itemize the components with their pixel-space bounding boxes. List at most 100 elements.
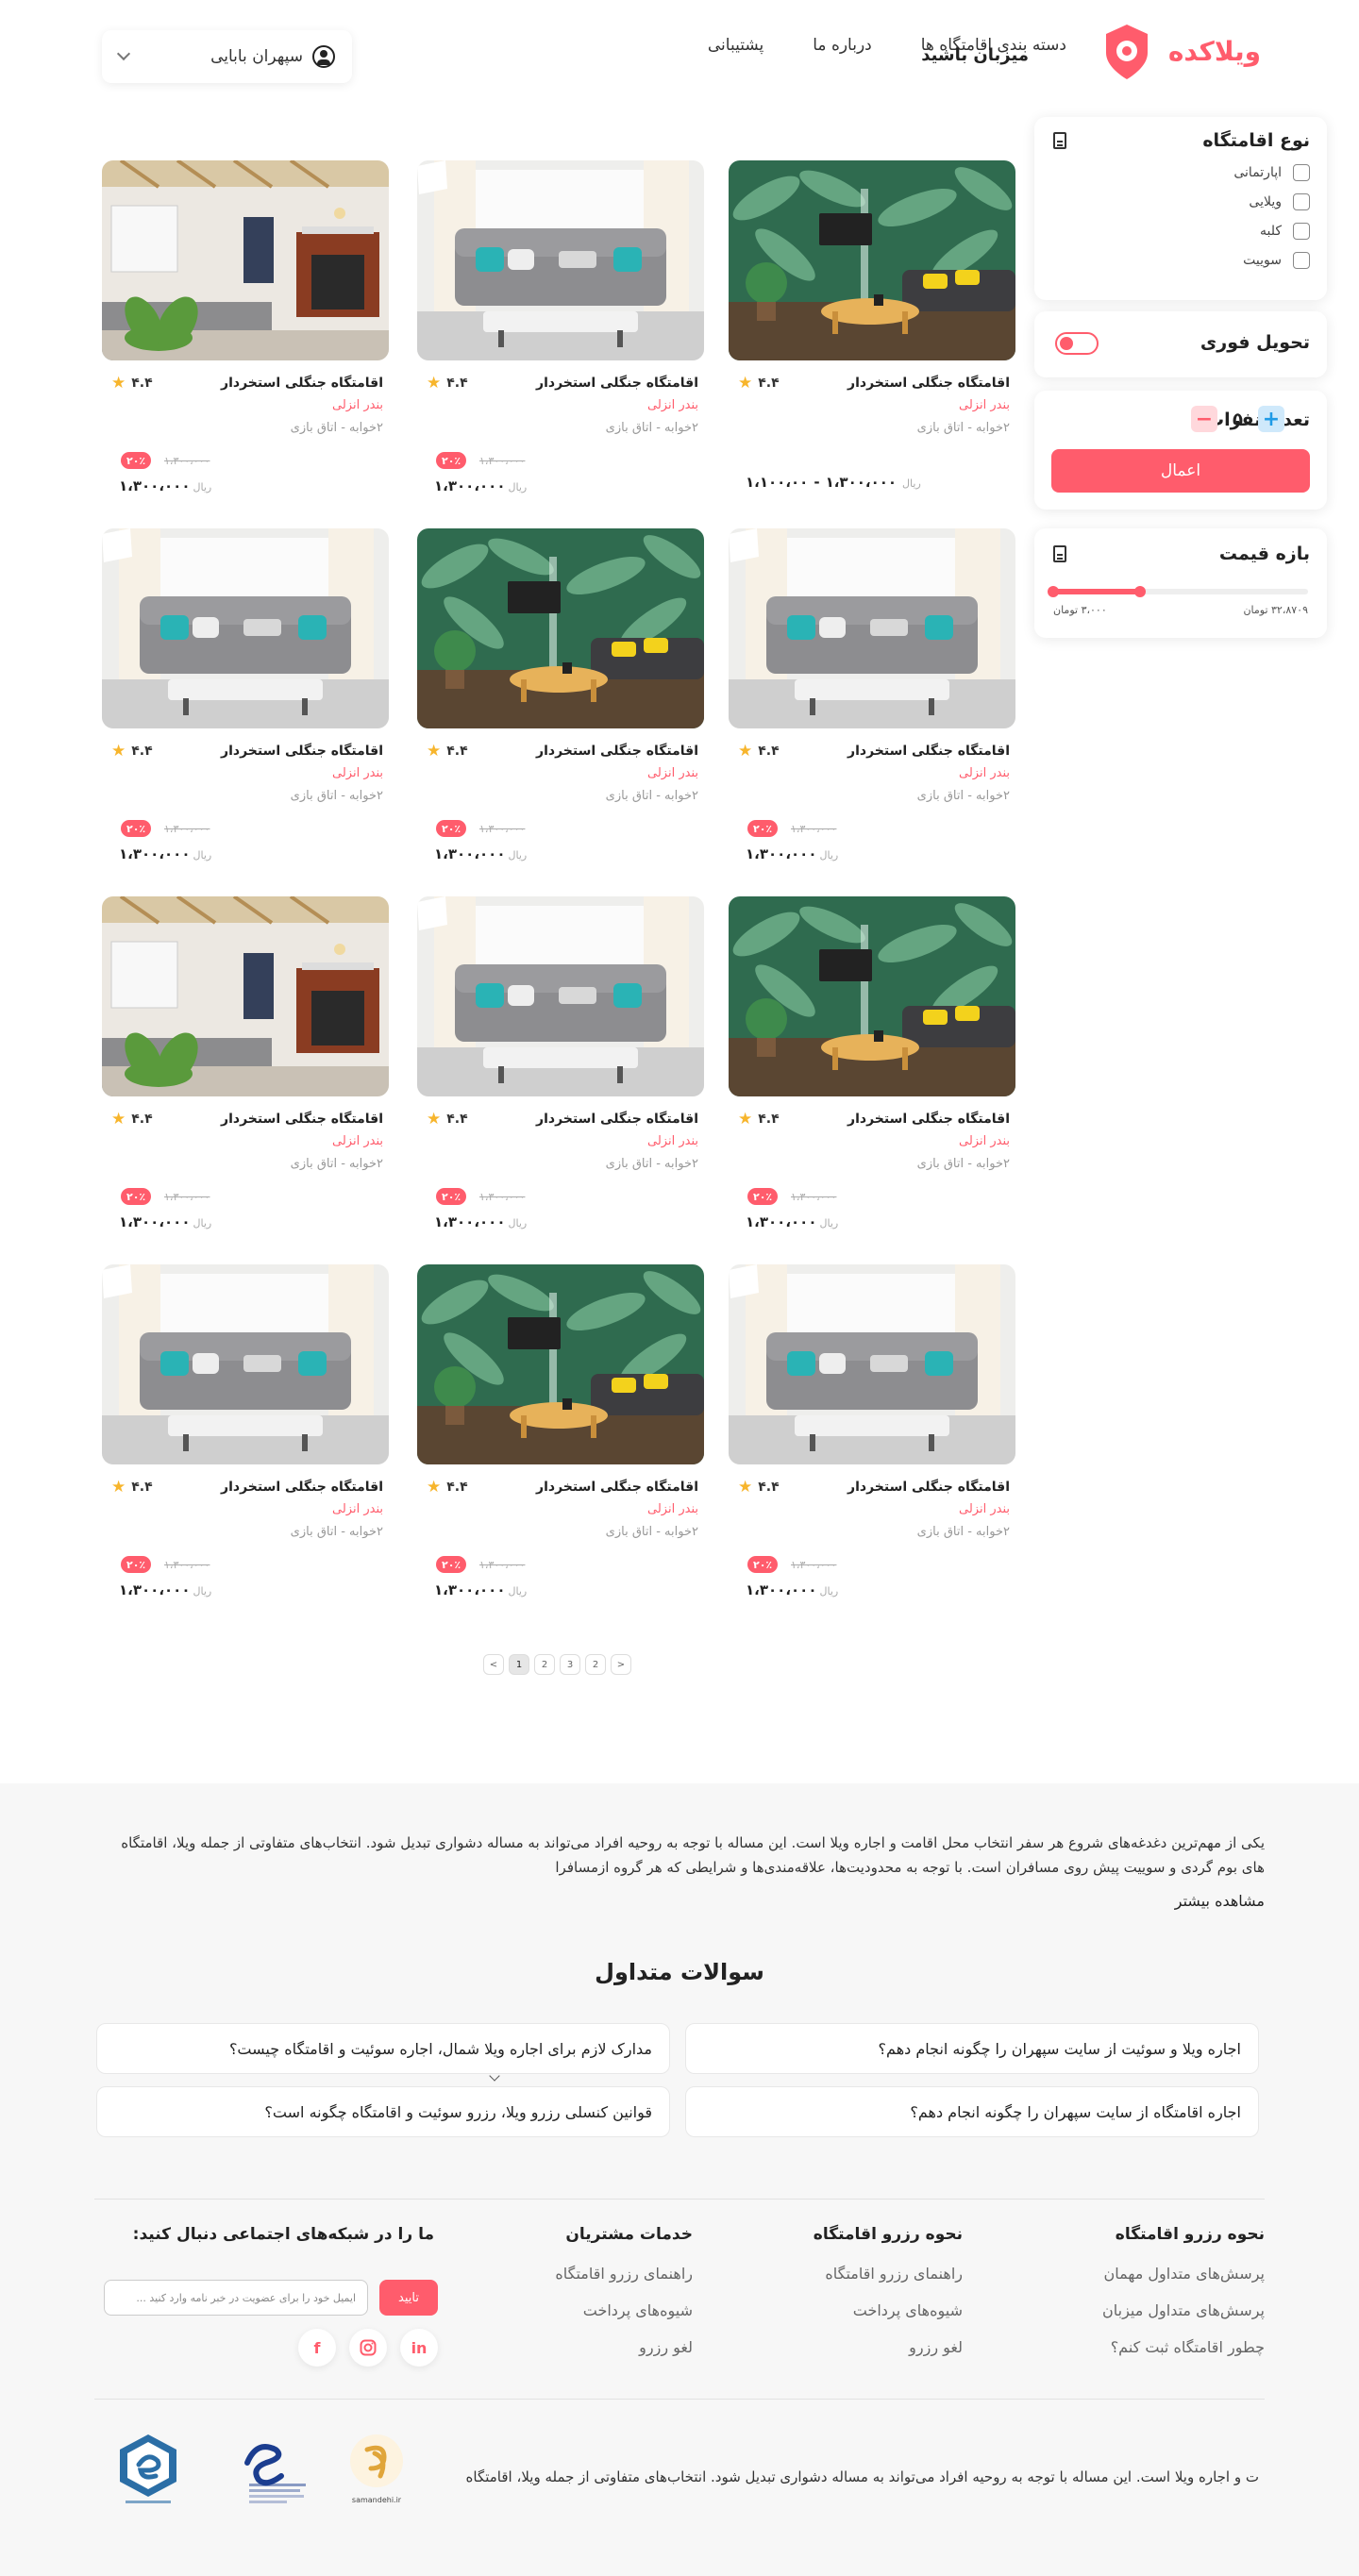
apply-button[interactable]: اعمال [1051,449,1310,493]
type-label: ویلایی [1249,194,1282,209]
footer-link[interactable]: پرسش‌های متداول میزبان [1102,2301,1265,2319]
type-option-apartment[interactable]: اپارتمانی [1233,164,1310,181]
faq-item[interactable]: اجاره ویلا و سوئیت از سایت سپهران را چگو… [685,2023,1259,2074]
old-price: ۱،۳۰۰،۰۰۰ [791,1191,837,1203]
user-icon [312,45,335,68]
listing-image[interactable] [417,1264,704,1464]
national-registry-badge[interactable] [96,2431,200,2525]
price: ریال ۱،۳۰۰،۰۰۰ [434,845,527,862]
listing-image[interactable] [729,160,1015,360]
footer-link[interactable]: پرسش‌های متداول مهمان [1102,2265,1265,2283]
listing-image[interactable] [729,1264,1015,1464]
footer-link[interactable]: شیوه‌های پرداخت [814,2301,963,2319]
old-price: ۱،۳۰۰،۰۰۰ [164,455,210,467]
user-menu-dropdown[interactable]: سپهران بابایی [102,30,352,83]
listing-image[interactable] [729,896,1015,1096]
faq-item[interactable]: اجاره اقامتگاه از سایت سپهران را چگونه ا… [685,2086,1259,2137]
listing-title: اقامتگاه جنگلی استخردار [847,1480,1010,1495]
samandehi-badge[interactable]: samandehi.ir [325,2431,428,2525]
rating-value: ۴.۴ [446,744,468,759]
listing-rating: ★ ۴.۴ [111,374,153,393]
facebook-icon[interactable]: f [298,2329,336,2367]
nav-about[interactable]: درباره ما [813,36,872,55]
listing-card[interactable]: اقامتگاه جنگلی استخردار ★ ۴.۴ بندر انزلی… [417,1264,704,1614]
checkbox[interactable] [1293,252,1310,269]
footer-link[interactable]: شیوه‌های پرداخت [555,2301,693,2319]
pagination-prev[interactable]: < [483,1654,504,1675]
listing-card[interactable]: اقامتگاه جنگلی استخردار ★ ۴.۴ بندر انزلی… [102,160,389,510]
checkbox[interactable] [1293,223,1310,240]
nav-support[interactable]: پشتیبانی [708,36,763,55]
price-slider-handle-min[interactable] [1048,586,1059,597]
become-host-link[interactable]: میزبان باشید [897,45,1029,65]
faq-item[interactable]: قوانین کنسلی رزرو ویلا، رزرو سوئیت و اقا… [96,2086,670,2137]
footer-link[interactable]: چطور اقامتگاه ثبت کنم؟ [1102,2338,1265,2356]
pagination-page[interactable]: 2 [534,1654,555,1675]
listing-card[interactable]: اقامتگاه جنگلی استخردار ★ ۴.۴ بندر انزلی… [417,896,704,1246]
type-option-suite[interactable]: سوییت [1243,252,1310,269]
plus-icon[interactable]: + [1258,406,1284,432]
enamad-badge[interactable] [210,2431,313,2525]
listing-card[interactable]: اقامتگاه جنگلی استخردار ★ ۴.۴ بندر انزلی… [417,160,704,510]
listing-image[interactable] [417,896,704,1096]
price-currency: ریال [508,481,528,493]
checkbox[interactable] [1293,164,1310,181]
listing-card[interactable]: اقامتگاه جنگلی استخردار ★ ۴.۴ بندر انزلی… [417,528,704,878]
type-option-villa[interactable]: ویلایی [1249,193,1310,210]
listing-card[interactable]: اقامتگاه جنگلی استخردار ★ ۴.۴ بندر انزلی… [102,528,389,878]
instagram-icon[interactable] [349,2329,387,2367]
listing-description: ۲خوابه - اتاق بازی [290,421,383,435]
newsletter-email-input[interactable]: ایمیل خود را برای عضویت در خبر نامه وارد… [104,2280,368,2316]
listing-card[interactable]: اقامتگاه جنگلی استخردار ★ ۴.۴ بندر انزلی… [729,160,1015,510]
listing-image[interactable] [417,528,704,728]
listing-card[interactable]: اقامتگاه جنگلی استخردار ★ ۴.۴ بندر انزلی… [729,528,1015,878]
logo[interactable]: ویلاکده [1097,21,1261,81]
listing-image[interactable] [102,896,389,1096]
listing-card[interactable]: اقامتگاه جنگلی استخردار ★ ۴.۴ بندر انزلی… [102,1264,389,1614]
linkedin-icon[interactable]: in [400,2329,438,2367]
footer-link[interactable]: راهنمای رزرو اقامتگاه [814,2265,963,2283]
header: ویلاکده دسته بندی اقامتگاه ها درباره ما … [0,0,1359,113]
faq-item[interactable]: مدارک لازم برای اجاره ویلا شمال، اجاره س… [96,2023,670,2074]
price-slider-handle-max[interactable] [1133,586,1146,597]
listing-image[interactable] [417,160,704,360]
listing-image[interactable] [102,1264,389,1464]
price-value: ۱،۳۰۰،۰۰۰ [434,477,506,494]
instant-toggle[interactable] [1055,332,1099,355]
price-value: ۱،۳۰۰،۰۰۰ [434,1581,506,1598]
listing-image[interactable] [102,528,389,728]
footer-link[interactable]: راهنمای رزرو اقامتگاه [555,2265,693,2283]
price-currency: ریال [193,481,212,493]
price-currency: ریال [508,1217,528,1229]
pagination-page[interactable]: 2 [585,1654,606,1675]
price-currency: ریال [508,1585,528,1597]
pagination-page[interactable]: 3 [560,1654,580,1675]
minus-icon[interactable]: − [1191,406,1217,432]
footer-divider [94,2399,1265,2400]
filter-accommodation-type: نوع اقامتگاه اپارتمانی ویلایی کلبه سوییت [1034,117,1327,300]
pagination-next[interactable]: > [611,1654,631,1675]
listing-card[interactable]: اقامتگاه جنگلی استخردار ★ ۴.۴ بندر انزلی… [102,896,389,1246]
old-price: ۱،۳۰۰،۰۰۰ [479,455,526,467]
price-currency: ریال [193,849,212,861]
listing-image[interactable] [729,528,1015,728]
price-low: ۱،۱۰۰،۰۰ [746,474,809,491]
listing-card[interactable]: اقامتگاه جنگلی استخردار ★ ۴.۴ بندر انزلی… [729,896,1015,1246]
faq-title: سوالات متداول [595,1959,764,1985]
samandehi-logo-icon [350,2434,403,2487]
see-more-link[interactable]: مشاهده بیشتر [1175,1892,1265,1910]
type-label: کلبه [1259,224,1282,239]
listing-image[interactable] [102,160,389,360]
checkbox[interactable] [1293,193,1310,210]
footer-link[interactable]: لغو رزرو [555,2338,693,2356]
newsletter-submit-button[interactable]: تایید [379,2280,438,2316]
discount-badge: ۲۰٪ [121,1188,152,1205]
listing-card[interactable]: اقامتگاه جنگلی استخردار ★ ۴.۴ بندر انزلی… [729,1264,1015,1614]
type-option-cabin[interactable]: کلبه [1260,223,1310,240]
listing-title: اقامتگاه جنگلی استخردار [536,744,698,759]
filter-instant-delivery: تحویل فوری [1034,311,1327,377]
footer-link[interactable]: لغو رزرو [814,2338,963,2356]
listing-rating: ★ ۴.۴ [111,742,153,761]
guests-value: ۵ [1233,409,1243,429]
pagination-page[interactable]: 1 [509,1654,529,1675]
